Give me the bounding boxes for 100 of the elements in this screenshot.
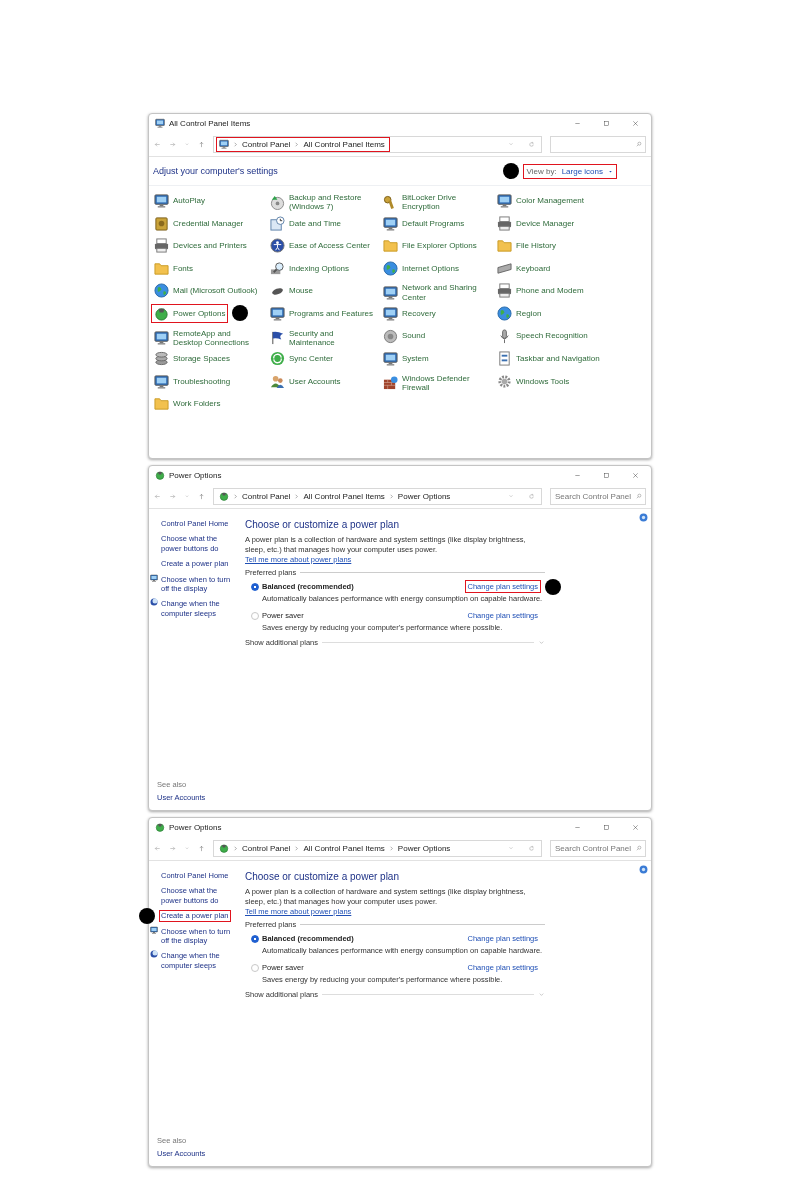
forward-arrow-icon bbox=[169, 844, 176, 852]
settings-item[interactable]: Security and Maintenance bbox=[267, 326, 380, 349]
magnifier-icon bbox=[270, 260, 285, 276]
folder-icon bbox=[154, 396, 169, 412]
settings-item[interactable]: AutoPlay bbox=[151, 191, 209, 210]
radio-button[interactable] bbox=[251, 963, 259, 972]
up-arrow-icon bbox=[198, 492, 205, 500]
callout-marker bbox=[232, 305, 249, 322]
settings-item[interactable]: Region bbox=[494, 303, 545, 323]
breadcrumb-item[interactable]: Power Options bbox=[397, 843, 451, 853]
radio-button[interactable] bbox=[251, 611, 259, 620]
settings-item[interactable]: Windows Tools bbox=[494, 371, 573, 391]
refresh-icon bbox=[528, 492, 535, 500]
view-mode-dropdown[interactable]: Large icons bbox=[561, 166, 603, 176]
settings-item[interactable]: RemoteApp and Desktop Connections bbox=[151, 326, 264, 349]
settings-item[interactable]: Keyboard bbox=[494, 258, 554, 278]
settings-item[interactable]: User Accounts bbox=[267, 371, 344, 391]
breadcrumb-item[interactable]: All Control Panel Items bbox=[303, 843, 385, 853]
settings-item[interactable]: Recovery bbox=[380, 303, 439, 323]
settings-item[interactable]: Ease of Access Center bbox=[267, 236, 373, 256]
breadcrumb-item[interactable]: Control Panel bbox=[242, 491, 291, 501]
globe-icon bbox=[383, 260, 398, 276]
settings-item[interactable]: Sound bbox=[380, 326, 429, 346]
breadcrumb-item[interactable]: Control Panel bbox=[242, 843, 291, 853]
settings-item[interactable]: Fonts bbox=[151, 258, 196, 278]
settings-item[interactable]: BitLocker Drive Encryption bbox=[380, 191, 493, 214]
settings-item[interactable]: Programs and Features bbox=[267, 303, 377, 323]
folder-icon bbox=[383, 238, 398, 254]
address-bar[interactable]: Control Panel All Control Panel Items bbox=[213, 135, 542, 153]
chevron-icon bbox=[293, 492, 301, 500]
settings-item[interactable]: Work Folders bbox=[151, 394, 224, 414]
settings-item[interactable]: Credential Manager bbox=[151, 213, 247, 233]
up-arrow-icon bbox=[198, 844, 205, 852]
chevron-icon bbox=[232, 844, 239, 852]
monitor-icon bbox=[154, 193, 169, 208]
breadcrumb-item[interactable]: Control Panel bbox=[242, 139, 291, 149]
settings-item[interactable]: Speech Recognition bbox=[494, 326, 591, 346]
window-title: Power Options bbox=[169, 822, 222, 832]
breadcrumb-item[interactable]: All Control Panel Items bbox=[303, 491, 385, 501]
settings-item[interactable]: Mouse bbox=[267, 281, 316, 301]
breadcrumb-item[interactable]: Power Options bbox=[397, 491, 451, 501]
monitor-icon bbox=[154, 330, 169, 346]
settings-item[interactable]: Default Programs bbox=[380, 213, 468, 233]
search-field[interactable]: Search Control Panel bbox=[550, 487, 646, 505]
window-title: All Control Panel Items bbox=[169, 118, 251, 128]
settings-item[interactable]: Taskbar and Navigation bbox=[494, 349, 603, 369]
safe-icon bbox=[154, 215, 169, 231]
plug-icon bbox=[219, 843, 229, 853]
radio-button[interactable] bbox=[251, 582, 259, 591]
back-arrow-icon bbox=[154, 140, 161, 148]
settings-item[interactable]: Device Manager bbox=[494, 213, 578, 233]
settings-item[interactable]: Indexing Options bbox=[267, 258, 353, 278]
settings-item[interactable]: File Explorer Options bbox=[380, 236, 480, 256]
brick-wall-icon bbox=[383, 375, 398, 391]
settings-item[interactable]: Phone and Modem bbox=[494, 281, 587, 301]
back-arrow-icon bbox=[154, 492, 161, 500]
breadcrumb-item[interactable]: All Control Panel Items bbox=[303, 139, 385, 149]
settings-item[interactable]: Troubleshooting bbox=[151, 371, 234, 391]
globe-icon bbox=[497, 305, 512, 321]
settings-item[interactable]: Internet Options bbox=[380, 258, 462, 278]
flag-icon bbox=[270, 330, 285, 346]
close-icon bbox=[632, 823, 639, 831]
callout-marker bbox=[139, 907, 155, 924]
settings-item[interactable]: Storage Spaces bbox=[151, 349, 233, 369]
page-heading: Choose or customize a power plan bbox=[245, 871, 400, 882]
keyboard-icon bbox=[497, 260, 512, 276]
search-field[interactable]: Search Control Panel bbox=[550, 839, 646, 857]
settings-item[interactable]: File History bbox=[494, 236, 559, 256]
calendar-icon bbox=[270, 215, 285, 231]
settings-item[interactable]: Backup and Restore (Windows 7) bbox=[267, 191, 380, 214]
caret-icon bbox=[184, 845, 190, 851]
search-field[interactable] bbox=[550, 135, 646, 153]
settings-item[interactable]: Sync Center bbox=[267, 349, 337, 369]
chevron-down-icon bbox=[508, 845, 514, 851]
address-bar[interactable]: Control Panel All Control Panel Items Power Options bbox=[213, 839, 542, 857]
printer-icon bbox=[154, 238, 169, 254]
people-icon bbox=[270, 373, 285, 389]
chevron-icon bbox=[387, 844, 395, 852]
settings-item[interactable]: System bbox=[380, 349, 432, 369]
settings-item[interactable]: Devices and Printers bbox=[151, 236, 250, 256]
plug-icon bbox=[155, 470, 165, 480]
disc-icon bbox=[270, 194, 285, 210]
chevron-icon bbox=[293, 140, 301, 148]
settings-item[interactable]: Color Management bbox=[494, 191, 588, 210]
radio-button[interactable] bbox=[251, 934, 259, 943]
chevron-icon bbox=[232, 140, 239, 148]
page-heading: Adjust your computer's settings bbox=[153, 166, 278, 176]
globe-icon bbox=[154, 283, 169, 299]
gear-icon bbox=[497, 373, 512, 389]
chevron-down-icon bbox=[538, 639, 545, 647]
address-bar[interactable]: Control Panel All Control Panel Items Power Options bbox=[213, 487, 542, 505]
plug-icon bbox=[154, 305, 169, 321]
chevron-down-icon bbox=[508, 141, 514, 147]
close-icon bbox=[632, 119, 639, 127]
monitor-icon bbox=[270, 305, 285, 321]
settings-item[interactable]: Mail (Microsoft Outlook) bbox=[151, 281, 261, 301]
settings-item[interactable]: Windows Defender Firewall bbox=[380, 371, 493, 395]
settings-item[interactable]: Network and Sharing Center bbox=[380, 281, 493, 304]
sync-icon bbox=[270, 351, 285, 367]
settings-item[interactable]: Date and Time bbox=[267, 213, 345, 233]
